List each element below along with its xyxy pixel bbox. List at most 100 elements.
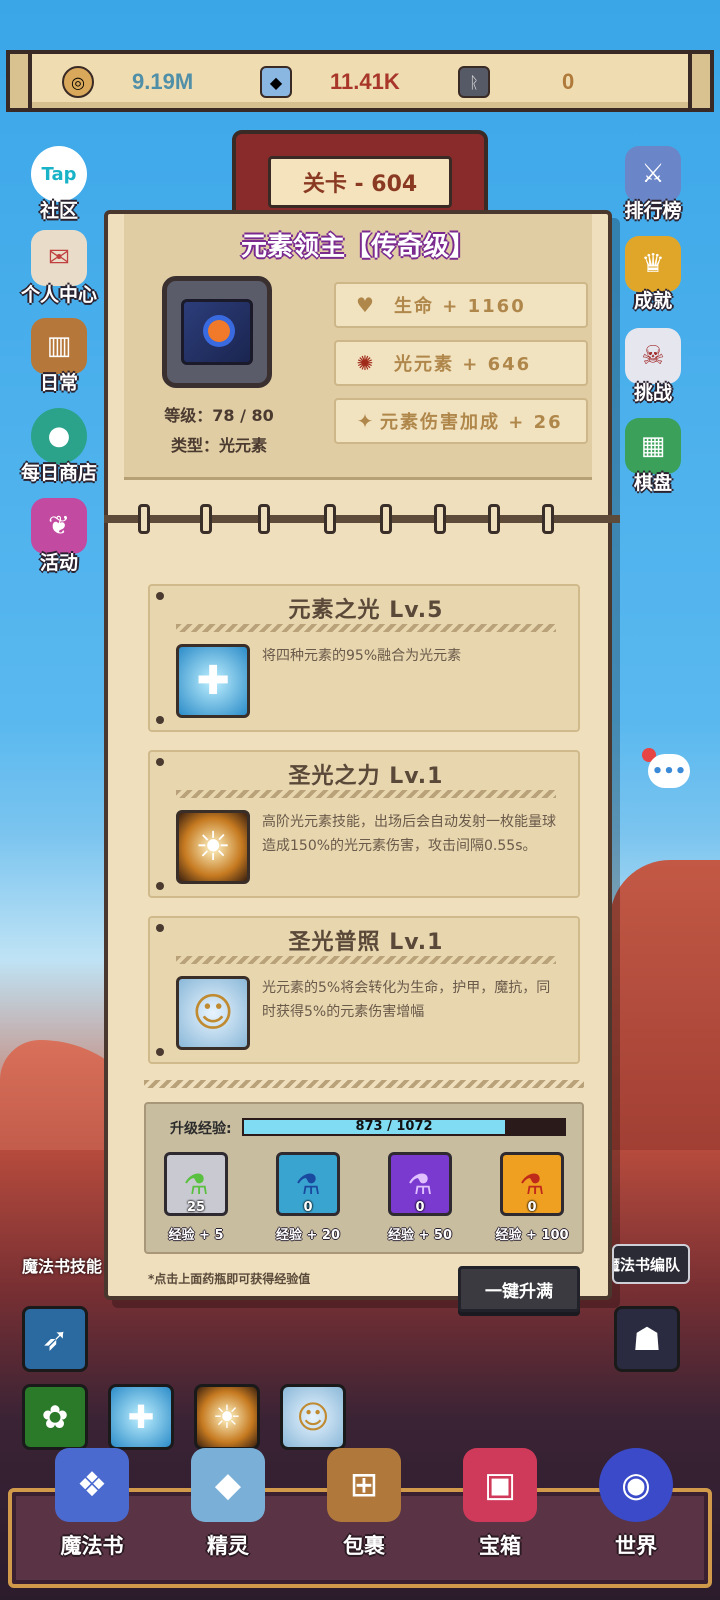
potion-large[interactable]: ⚗ 0 经验 + 50	[370, 1152, 470, 1243]
stage-banner[interactable]: 关卡 - 604	[232, 130, 488, 220]
gold-value: 9.19M	[132, 69, 194, 94]
binder-ring	[324, 504, 336, 534]
menu-label: 日常	[39, 372, 78, 394]
skill-slot-shadow[interactable]: ☗	[614, 1306, 680, 1372]
skill-card[interactable]: 元素之光 Lv.5 ✚ 将四种元素的95%融合为光元素	[148, 584, 580, 732]
menu-tap-community[interactable]: Tap 社区	[14, 146, 104, 223]
menu-challenge[interactable]: ☠ 挑战	[608, 328, 698, 405]
spellbook-icon: ❖	[55, 1448, 129, 1522]
blue-potion-icon: ⚗ 0	[276, 1152, 340, 1216]
skill-slot-golden-figure[interactable]: ☺	[280, 1384, 346, 1450]
bucket-icon: ▥	[31, 318, 87, 374]
title-rule	[176, 624, 556, 632]
skill-card[interactable]: 圣光普照 Lv.1 ☺ 光元素的5%将会转化为生命，护甲，魔抗，同时获得5%的元…	[148, 916, 580, 1064]
eye-globe-icon: ◉	[599, 1448, 673, 1522]
potion-medium[interactable]: ⚗ 0 经验 + 20	[258, 1152, 358, 1243]
title-rule	[176, 790, 556, 798]
menu-daily-shop[interactable]: ● 每日商店	[14, 408, 104, 485]
game-board-icon: ▦	[625, 418, 681, 474]
max-level-button[interactable]: 一键升满	[458, 1266, 580, 1312]
menu-label: 棋盘	[633, 472, 672, 494]
binder-ring	[488, 504, 500, 534]
skill-slot-light-spirit[interactable]: ☀	[194, 1384, 260, 1450]
corner-rivet	[156, 1048, 164, 1056]
chat-icon[interactable]: •••	[648, 754, 690, 788]
potion-xp: 经验 + 50	[387, 1228, 453, 1243]
purple-potion-icon: ⚗ 0	[388, 1152, 452, 1216]
potion-xp: 经验 + 100	[495, 1228, 569, 1243]
menu-board[interactable]: ▦ 棋盘	[608, 418, 698, 495]
binder-ring	[434, 504, 446, 534]
nav-spellbook[interactable]: ❖ 魔法书	[32, 1448, 152, 1560]
skill-slot-poison[interactable]: ✿	[22, 1384, 88, 1450]
treasure-chest-icon: ▣	[463, 1448, 537, 1522]
xp-progress-text: 873 / 1072	[355, 1119, 433, 1134]
menu-achievements[interactable]: ♛ 成就	[608, 236, 698, 313]
potion-huge[interactable]: ⚗ 0 经验 + 100	[482, 1152, 582, 1243]
nav-world[interactable]: ◉ 世界	[576, 1448, 696, 1560]
binder-rings	[104, 504, 620, 534]
nav-chests[interactable]: ▣ 宝箱	[440, 1448, 560, 1560]
binder-ring	[258, 504, 270, 534]
hero-level: 等级：78 / 80	[164, 406, 274, 425]
potion-tip: *点击上面药瓶即可获得经验值	[148, 1272, 311, 1286]
stat-light-value: 光元素 + 646	[394, 354, 532, 375]
potion-xp: 经验 + 5	[168, 1228, 224, 1243]
nav-label: 宝箱	[479, 1534, 521, 1558]
stat-light-element: ✺ 光元素 + 646	[334, 340, 588, 386]
gold-resource[interactable]: ◎ 9.19M	[62, 64, 193, 100]
menu-profile[interactable]: ✉ 个人中心	[14, 230, 104, 307]
skill-title: 元素之光 Lv.5	[288, 598, 444, 623]
hero-detail-panel: 元素领主【传奇级】 等级：78 / 80 类型：光元素 ♥ 生命 + 1160 …	[104, 210, 620, 1312]
menu-events[interactable]: ❦ 活动	[14, 498, 104, 575]
section-divider	[144, 1080, 584, 1088]
binder-ring	[138, 504, 150, 534]
skill-card[interactable]: 圣光之力 Lv.1 ☀ 高阶光元素技能，出场后会自动发射一枚能量球造成150%的…	[148, 750, 580, 898]
title-rule	[176, 956, 556, 964]
stat-element-damage: ✦ 元素伤害加成 + 26	[334, 398, 588, 444]
menu-daily[interactable]: ▥ 日常	[14, 318, 104, 395]
bottom-nav: ❖ 魔法书 ◆ 精灵 ⊞ 包裹 ▣ 宝箱 ◉ 世界	[8, 1448, 712, 1588]
menu-leaderboard[interactable]: ⚔ 排行榜	[608, 146, 698, 223]
skill-title: 圣光普照 Lv.1	[288, 930, 444, 955]
xp-progress-bar: 873 / 1072	[242, 1118, 566, 1136]
backpack-icon: ⊞	[327, 1448, 401, 1522]
light-spirit-icon: ☀	[176, 810, 250, 884]
letter-icon: ✉	[31, 230, 87, 286]
sparkle-icon: ✦	[356, 409, 374, 433]
crystal-resource[interactable]: ◆ 11.41K	[260, 64, 400, 100]
nav-label: 魔法书	[60, 1534, 124, 1558]
nav-inventory[interactable]: ⊞ 包裹	[304, 1448, 424, 1560]
light-element-icon: ✺	[356, 351, 374, 375]
binder-ring	[380, 504, 392, 534]
skill-description: 光元素的5%将会转化为生命，护甲，魔抗，同时获得5%的元素伤害增幅	[262, 980, 551, 1020]
orange-potion-icon: ⚗ 0	[500, 1152, 564, 1216]
crystal-spirit-icon: ◆	[191, 1448, 265, 1522]
skill-title: 圣光之力 Lv.1	[288, 764, 444, 789]
skull-icon: ☠	[625, 328, 681, 384]
hero-portrait	[162, 276, 272, 388]
nav-spirits[interactable]: ◆ 精灵	[168, 1448, 288, 1560]
rune-stone-icon: ᚱ	[458, 66, 490, 98]
corner-rivet	[156, 882, 164, 890]
green-potion-icon: ⚗ 25	[164, 1152, 228, 1216]
stat-health-value: 生命 + 1160	[394, 296, 526, 317]
skill-slot-holy-cross[interactable]: ✚	[108, 1384, 174, 1450]
menu-label: 挑战	[633, 382, 672, 404]
nav-label: 包裹	[343, 1534, 385, 1558]
rune-value: 0	[562, 69, 575, 94]
grimoire-team-button[interactable]: 魔法书编队	[612, 1244, 690, 1284]
scroll-cap-left	[6, 50, 32, 112]
skill-slot-wind[interactable]: ➶	[22, 1306, 88, 1372]
nav-label: 世界	[615, 1534, 657, 1558]
potion-small[interactable]: ⚗ 25 经验 + 5	[146, 1152, 246, 1243]
grimoire-skills-label: 魔法书技能	[22, 1257, 103, 1276]
tap-logo-icon: Tap	[31, 146, 87, 202]
crystal-value: 11.41K	[330, 69, 400, 94]
rune-resource[interactable]: ᚱ 0	[458, 64, 574, 100]
nav-label: 精灵	[207, 1534, 249, 1558]
potion-count: 0	[415, 1200, 425, 1215]
gift-cup-icon: ❦	[31, 498, 87, 554]
scroll-cap-right	[688, 50, 714, 112]
hero-type: 类型：光元素	[170, 436, 267, 455]
